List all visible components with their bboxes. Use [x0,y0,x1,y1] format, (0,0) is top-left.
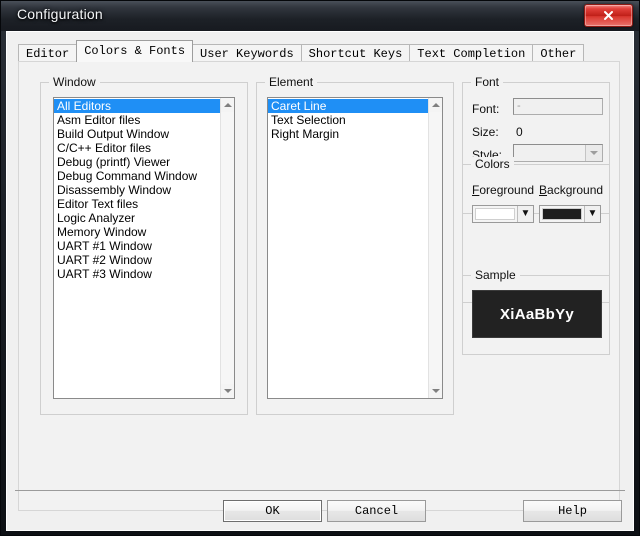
tab-shortcut-keys[interactable]: Shortcut Keys [300,44,411,62]
foreground-dropdown-icon[interactable]: ▼ [517,206,533,222]
element-list-box[interactable]: Caret Line Text Selection Right Margin [267,97,443,399]
list-item[interactable]: Right Margin [268,127,428,141]
tab-other[interactable]: Other [532,44,585,62]
scroll-up-arrow-icon[interactable] [429,98,442,112]
sample-preview: XiAaBbYy [472,290,602,338]
help-button[interactable]: Help [523,500,622,522]
font-name-field[interactable]: - [513,98,603,115]
window-group-box: Window All Editors Asm Editor files Buil… [40,75,248,415]
tab-text-completion[interactable]: Text Completion [409,44,534,62]
element-group-box: Element Caret Line Text Selection Right … [256,75,454,415]
element-list-items: Caret Line Text Selection Right Margin [268,98,428,398]
background-color-swatch [542,208,582,220]
scroll-down-glyph [431,389,440,393]
foreground-label: Foreground [472,183,534,197]
window-list-items: All Editors Asm Editor files Build Outpu… [54,98,220,398]
sample-text: XiAaBbYy [499,305,575,323]
list-item[interactable]: UART #3 Window [54,267,220,281]
colors-group-label: Colors [471,157,514,171]
title-bar[interactable]: Configuration [1,1,639,31]
scroll-up-glyph [431,103,440,107]
close-glyph [604,11,613,20]
scroll-down-arrow-icon[interactable] [221,384,234,398]
scroll-down-arrow-icon[interactable] [429,384,442,398]
list-item[interactable]: C/C++ Editor files [54,141,220,155]
scroll-down-glyph [223,389,232,393]
window-list-scrollbar[interactable] [220,98,234,398]
close-icon[interactable] [584,4,633,27]
size-field-label: Size: [472,125,499,139]
scroll-up-arrow-icon[interactable] [221,98,234,112]
list-item[interactable]: Asm Editor files [54,113,220,127]
list-item[interactable]: Debug (printf) Viewer [54,155,220,169]
window-group-label: Window [49,75,100,89]
list-item[interactable]: Text Selection [268,113,428,127]
tab-user-keywords[interactable]: User Keywords [192,44,302,62]
tab-strip: Editor Colors & Fonts User Keywords Shor… [18,40,585,62]
background-dropdown-glyph: ▼ [587,208,598,219]
tab-editor[interactable]: Editor [18,44,78,62]
size-value: 0 [516,125,523,139]
foreground-color-picker[interactable]: ▼ [472,205,534,223]
scroll-up-glyph [223,103,232,107]
tab-colors-and-fonts[interactable]: Colors & Fonts [76,40,194,62]
configuration-dialog-window: Configuration Editor Colors & Fonts User… [0,0,640,536]
background-accel: B [539,183,548,197]
list-item[interactable]: Editor Text files [54,197,220,211]
background-label: Background [539,183,603,197]
list-item[interactable]: Logic Analyzer [54,211,220,225]
style-combobox[interactable] [513,144,603,162]
list-item[interactable]: Caret Line [268,99,428,113]
list-item[interactable]: Debug Command Window [54,169,220,183]
background-color-picker[interactable]: ▼ [539,205,601,223]
chevron-down-glyph [590,151,598,155]
foreground-color-swatch [475,208,515,220]
cancel-button[interactable]: Cancel [327,500,426,522]
list-item[interactable]: UART #1 Window [54,239,220,253]
list-item[interactable]: Build Output Window [54,127,220,141]
foreground-label-rest: oreground [479,183,535,197]
sample-group-box: Sample XiAaBbYy [462,268,610,355]
foreground-dropdown-glyph: ▼ [520,208,531,219]
button-bar-separator [15,490,625,491]
element-list-scrollbar[interactable] [428,98,442,398]
ok-button[interactable]: OK [223,500,322,522]
window-list-box[interactable]: All Editors Asm Editor files Build Outpu… [53,97,235,399]
background-label-rest: ackground [547,183,604,197]
window-title: Configuration [17,6,103,22]
element-group-label: Element [265,75,318,89]
chevron-down-icon[interactable] [585,145,602,161]
list-item[interactable]: Disassembly Window [54,183,220,197]
tab-panel-colors-and-fonts: Window All Editors Asm Editor files Buil… [18,61,620,511]
sample-group-label: Sample [471,268,520,282]
list-item[interactable]: Memory Window [54,225,220,239]
font-field-label: Font: [472,102,500,116]
list-item[interactable]: All Editors [54,99,220,113]
list-item[interactable]: UART #2 Window [54,253,220,267]
dialog-body: Editor Colors & Fonts User Keywords Shor… [6,31,634,531]
background-dropdown-icon[interactable]: ▼ [584,206,600,222]
font-group-label: Font [471,75,504,89]
